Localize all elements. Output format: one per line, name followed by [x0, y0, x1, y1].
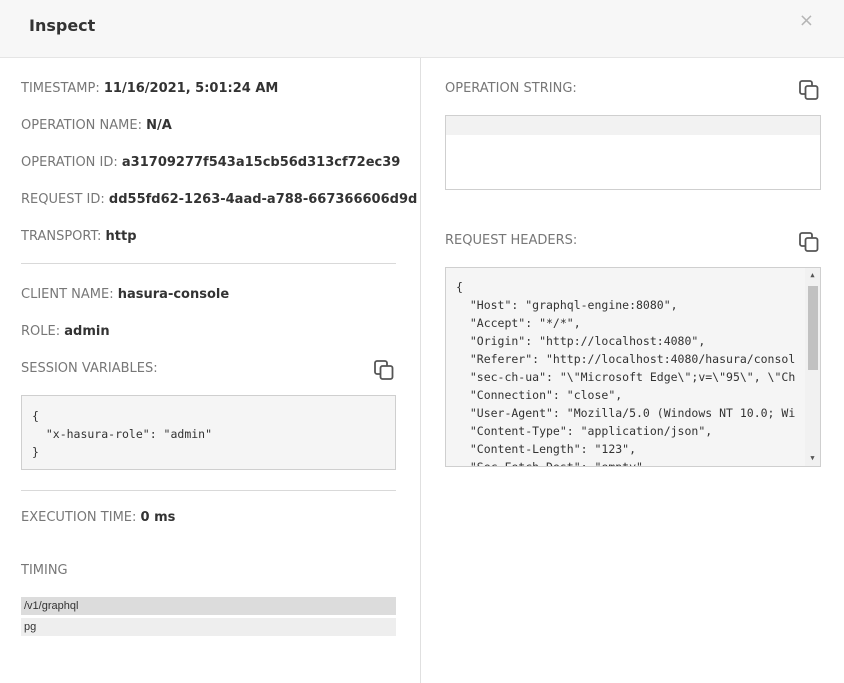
close-icon[interactable]: × — [799, 12, 814, 30]
copy-icon[interactable] — [373, 359, 395, 381]
request-headers-viewport: { "Host": "graphql-engine:8080", "Accept… — [456, 278, 806, 466]
operation-id-value: a31709277f543a15cb56d313cf72ec39 — [121, 155, 401, 170]
execution-time-row: EXECUTION TIME: 0 ms — [21, 510, 175, 525]
transport-value: http — [105, 229, 137, 244]
timestamp-row: TIMESTAMP: 11/16/2021, 5:01:24 AM — [21, 81, 278, 96]
request-headers-text: { "Host": "graphql-engine:8080", "Accept… — [456, 280, 796, 466]
request-id-label: REQUEST ID: — [21, 192, 105, 207]
transport-label: TRANSPORT: — [21, 229, 102, 244]
scroll-up-icon[interactable]: ▲ — [805, 268, 820, 283]
scrollbar[interactable]: ▲ ▼ — [805, 268, 820, 466]
section-divider — [21, 490, 396, 491]
operation-name-row: OPERATION NAME: N/A — [21, 118, 172, 133]
execution-time-label: EXECUTION TIME: — [21, 510, 137, 525]
modal-title: Inspect — [29, 16, 96, 35]
section-divider — [21, 263, 396, 264]
request-id-row: REQUEST ID: dd55fd62-1263-4aad-a788-6673… — [21, 192, 417, 207]
session-variables-text: { "x-hasura-role": "admin" } — [32, 409, 213, 459]
operation-string-code[interactable] — [445, 115, 821, 190]
operation-string-line — [446, 116, 820, 135]
column-divider — [420, 58, 421, 683]
session-variables-code: { "x-hasura-role": "admin" } — [21, 395, 396, 470]
request-id-value: dd55fd62-1263-4aad-a788-667366606d9d — [108, 192, 418, 207]
operation-name-label: OPERATION NAME: — [21, 118, 142, 133]
client-name-label: CLIENT NAME: — [21, 287, 114, 302]
timing-bar-pg: pg — [21, 618, 396, 636]
operation-id-row: OPERATION ID: a31709277f543a15cb56d313cf… — [21, 155, 400, 170]
session-variables-label: SESSION VARIABLES: — [21, 361, 158, 376]
operation-string-label: OPERATION STRING: — [445, 81, 577, 96]
copy-icon[interactable] — [798, 231, 820, 253]
scrollbar-thumb[interactable] — [808, 286, 818, 370]
request-headers-code[interactable]: { "Host": "graphql-engine:8080", "Accept… — [445, 267, 821, 467]
operation-name-value: N/A — [146, 118, 172, 133]
copy-icon[interactable] — [798, 79, 820, 101]
client-name-value: hasura-console — [117, 287, 230, 302]
timing-bar-graphql: /v1/graphql — [21, 597, 396, 615]
operation-id-label: OPERATION ID: — [21, 155, 118, 170]
transport-row: TRANSPORT: http — [21, 229, 137, 244]
role-value: admin — [64, 324, 110, 339]
scroll-down-icon[interactable]: ▼ — [805, 451, 820, 466]
timing-label: TIMING — [21, 563, 68, 578]
request-headers-label: REQUEST HEADERS: — [445, 233, 578, 248]
timestamp-label: TIMESTAMP: — [21, 81, 100, 96]
role-label: ROLE: — [21, 324, 61, 339]
execution-time-value: 0 ms — [140, 510, 176, 525]
role-row: ROLE: admin — [21, 324, 110, 339]
timestamp-value: 11/16/2021, 5:01:24 AM — [103, 81, 279, 96]
modal-header: Inspect × — [0, 0, 844, 58]
client-name-row: CLIENT NAME: hasura-console — [21, 287, 229, 302]
